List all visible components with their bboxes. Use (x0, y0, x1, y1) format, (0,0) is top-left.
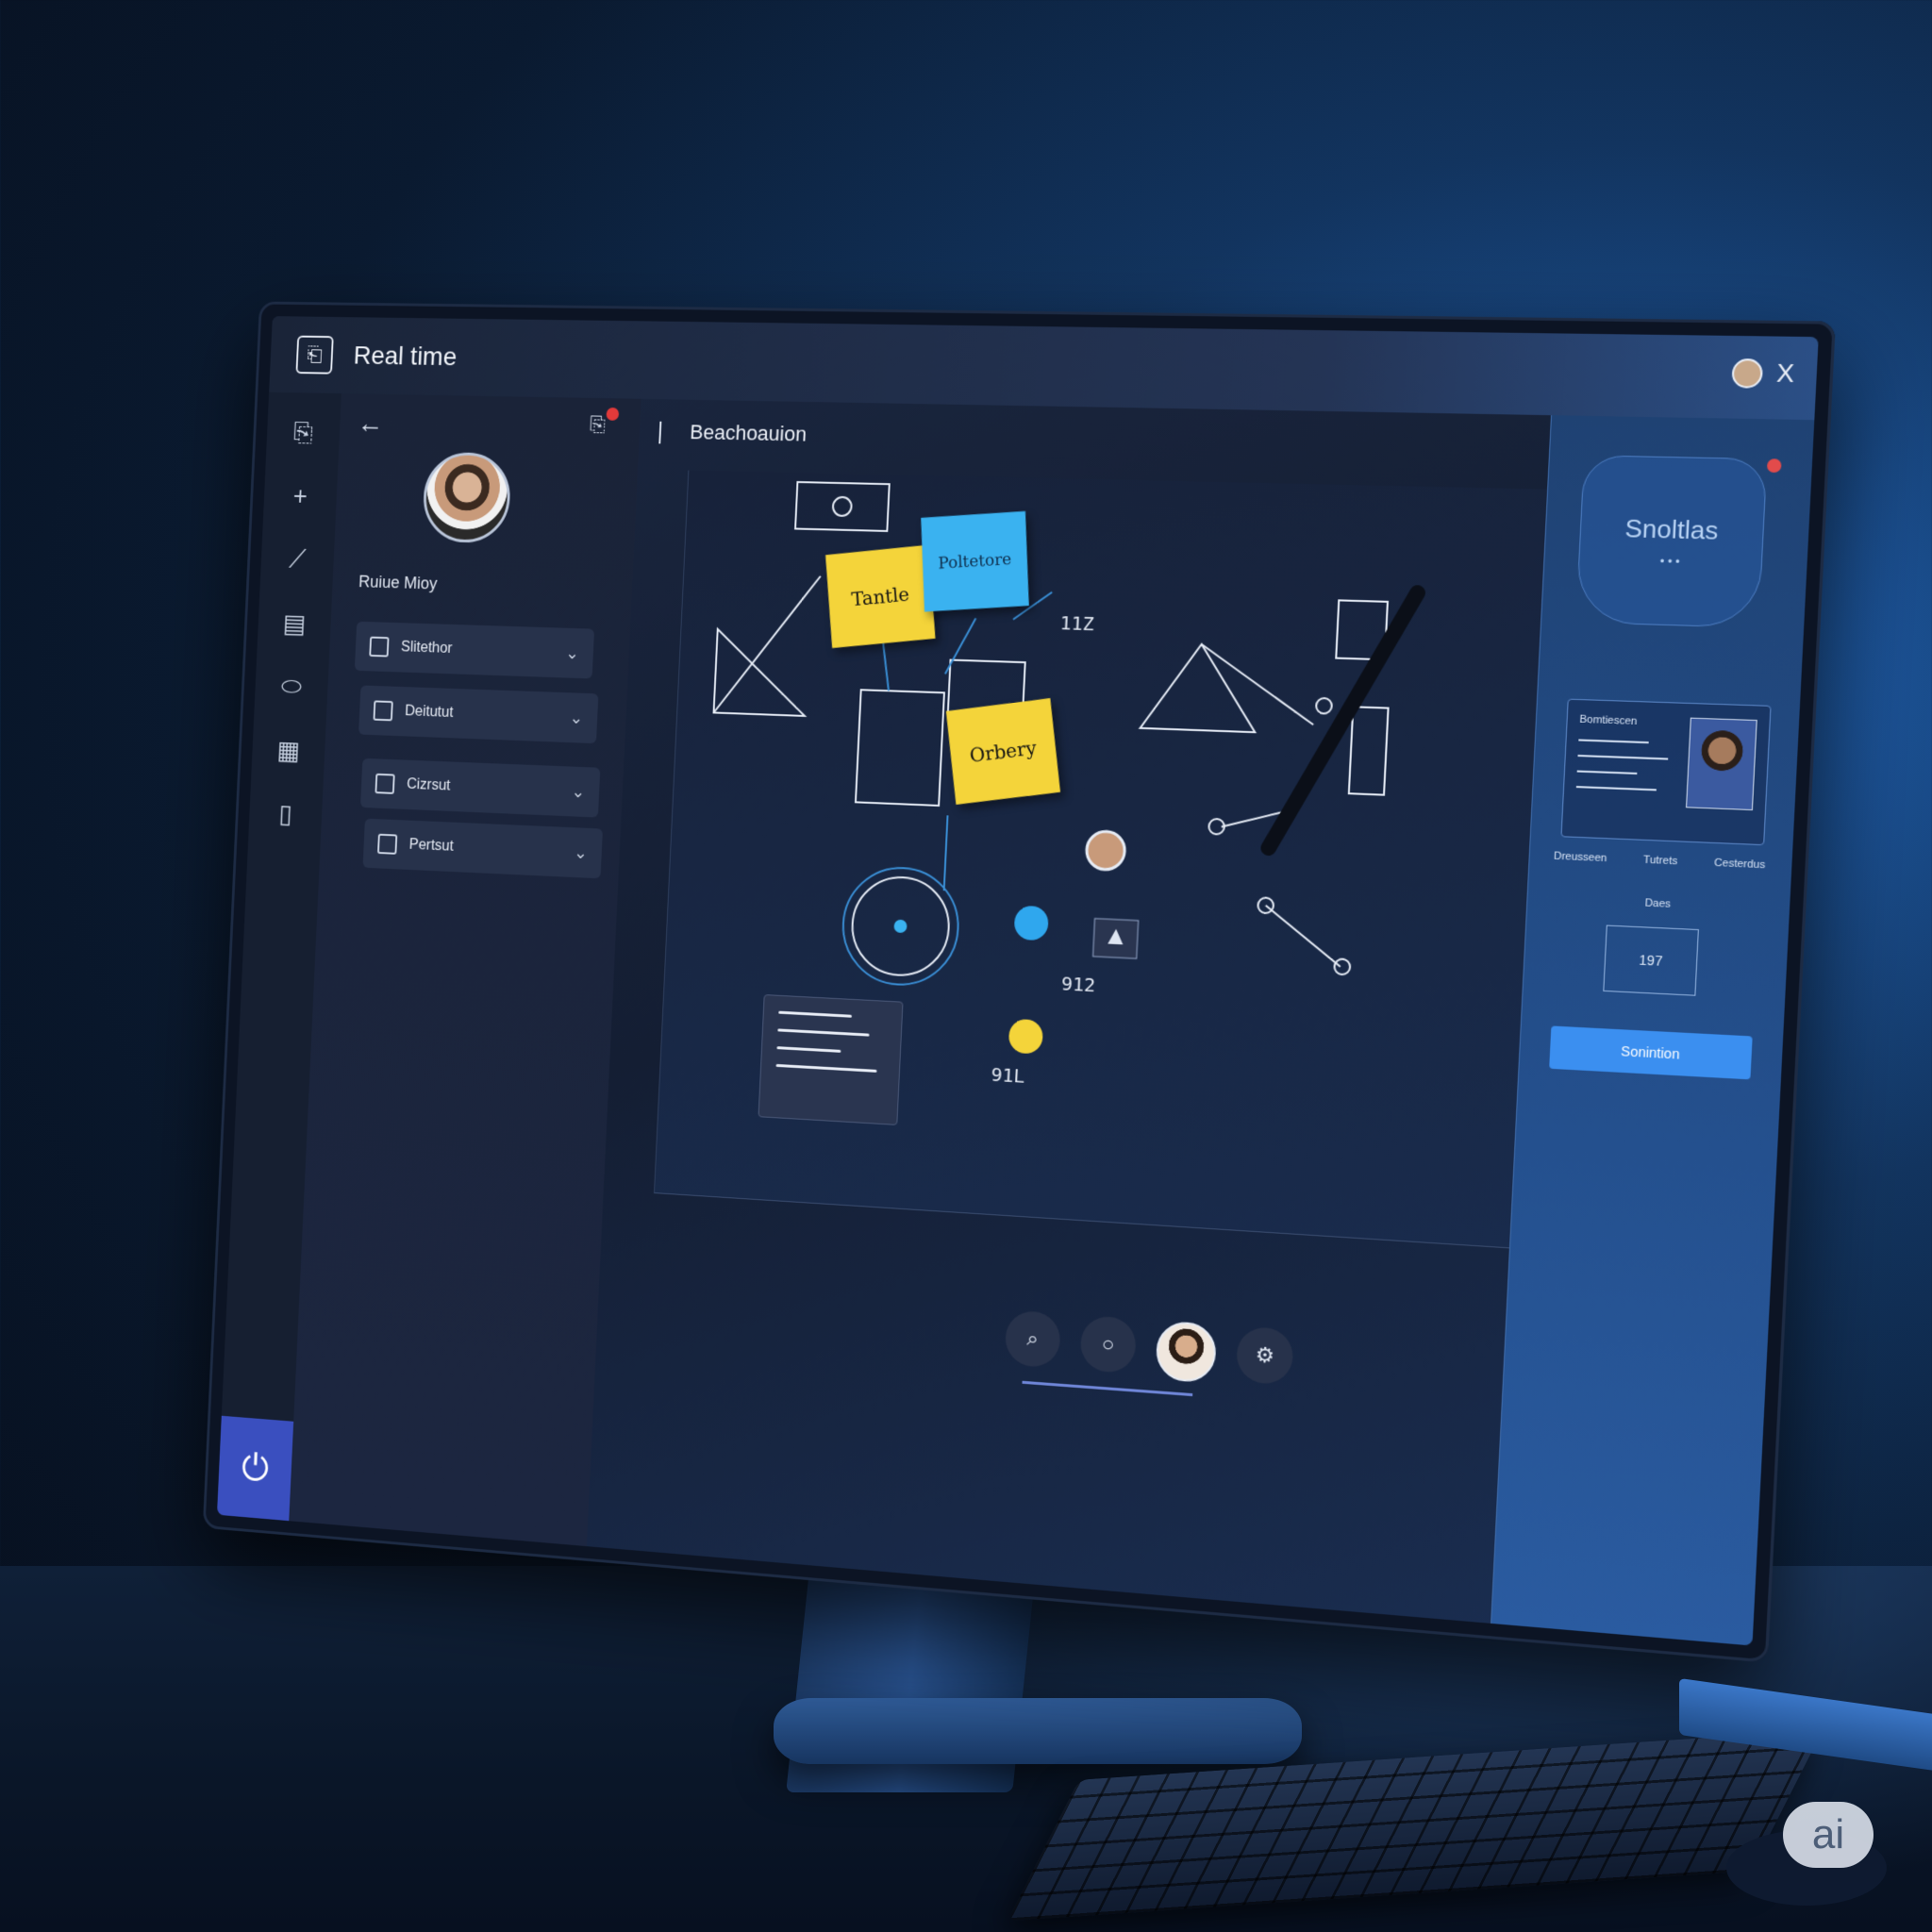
target-center-dot (893, 919, 908, 934)
link-2 (945, 618, 975, 675)
chevron-down-icon: ⌄ (565, 642, 580, 662)
meta-small-label: Daes (1644, 897, 1672, 910)
shape-circle-small (833, 497, 852, 516)
alert-dot (1766, 458, 1782, 474)
search-icon[interactable]: ⌕ (1004, 1309, 1062, 1369)
profile-card-line (1576, 770, 1638, 774)
note-line (777, 1028, 870, 1037)
dock-user-avatar[interactable] (1155, 1320, 1218, 1384)
dropdown-label: Slitethor (400, 639, 453, 657)
shape-list-block (1349, 707, 1389, 794)
dropdown-icon (376, 833, 398, 855)
layout-icon[interactable]: ▦ (269, 729, 308, 771)
meta-left: Dreusseen (1553, 850, 1607, 865)
profile-card[interactable]: Bomtiescen (1560, 698, 1772, 846)
shape-node-4 (1334, 958, 1350, 974)
link-5 (944, 815, 948, 891)
diagram-label-1: 11Z (1059, 611, 1095, 636)
summary-card-title: Snoltlas (1624, 512, 1720, 545)
dropdown-label: Deitutut (404, 703, 454, 721)
shape-triangle-left (714, 629, 809, 716)
dropdown-1[interactable]: Slitethor ⌄ (354, 621, 595, 679)
text-cursor (658, 421, 662, 444)
profile-avatar[interactable] (421, 451, 512, 544)
bottom-dock: ⌕ ○ ⚙ (1004, 1309, 1294, 1389)
diagram-shapes (655, 471, 1561, 1055)
app-window: ⎗ Real time X ⎘ + ⟋ ▤ ⬭ ▦ ▯ ⏻ ← ⎘ Ruiue … (216, 316, 1819, 1646)
notification-icon[interactable]: ⎘ (590, 407, 620, 438)
summary-card-subtitle: • • • (1659, 554, 1680, 569)
ai-badge: ai (1783, 1802, 1874, 1868)
dropdown-icon (375, 773, 395, 794)
power-button[interactable]: ⏻ (216, 1415, 294, 1522)
shape-line (714, 574, 821, 717)
dropdown-icon (369, 636, 390, 658)
blue-dot (1013, 905, 1050, 941)
note-line (778, 1010, 852, 1018)
connector-icon[interactable]: ⟋ (277, 540, 317, 580)
diagram-label-3: 91L (991, 1062, 1026, 1088)
close-button[interactable]: X (1775, 358, 1794, 390)
chevron-down-icon: ⌄ (573, 842, 589, 862)
left-panel: ← ⎘ Ruiue Mioy Slitethor ⌄ Deitutut ⌄ Ci… (289, 393, 641, 1547)
shape-node (1316, 698, 1332, 714)
meta-mid: Tutrets (1642, 854, 1678, 868)
profile-card-line (1577, 754, 1669, 760)
collaborator-cursor-avatar (1086, 831, 1125, 871)
yellow-dot (1008, 1018, 1044, 1055)
notification-badge (606, 407, 620, 421)
chevron-down-icon: ⌄ (571, 781, 586, 801)
dropdown-icon (373, 700, 393, 722)
value-box[interactable]: 197 (1603, 924, 1699, 996)
collaborator-avatar[interactable] (1730, 358, 1763, 389)
profile-card-line (1578, 739, 1649, 744)
chat-icon[interactable]: ○ (1079, 1314, 1138, 1374)
primary-action-button[interactable]: Sonintion (1549, 1025, 1753, 1080)
sticky-note-yellow-2[interactable]: Orbery (945, 698, 1061, 805)
app-title: Real time (353, 341, 458, 372)
title-bar-actions: X (1730, 358, 1795, 390)
shape-callout (795, 482, 890, 531)
chevron-down-icon: ⌄ (569, 708, 584, 727)
diagram-label-2: 912 (1060, 972, 1096, 997)
shape-triangle-right (1141, 642, 1259, 732)
profile-meta-row: Dreusseen Tutrets Cesterdus (1554, 850, 1766, 871)
meta-right: Cesterdus (1713, 857, 1766, 872)
summary-card[interactable]: Snoltlas • • • (1575, 455, 1768, 628)
dropdown-label: Cizrsut (406, 776, 451, 794)
panel-icon[interactable]: ▯ (266, 792, 306, 834)
plus-icon[interactable]: + (280, 475, 320, 516)
sticky-note-blue[interactable]: Poltetore (921, 510, 1029, 612)
whiteboard-canvas[interactable]: Tantle Poltetore Orbery 11Z 912 91L (653, 470, 1561, 1250)
shape-connector-2 (1263, 906, 1343, 967)
back-arrow-icon[interactable]: ← (357, 408, 384, 440)
text-note-card[interactable] (758, 993, 904, 1125)
profile-card-line (1575, 786, 1657, 791)
monitor-base (774, 1698, 1302, 1764)
document-icon[interactable]: ⎘ (283, 412, 323, 453)
dock-active-indicator (1022, 1380, 1193, 1397)
dropdown-2[interactable]: Deitutut ⌄ (358, 685, 599, 744)
sticky-note-yellow-1[interactable]: Tantle (825, 544, 936, 648)
shape-line-right (1198, 644, 1317, 724)
dropdown-label: Pertsut (408, 837, 455, 855)
monitor: ⎗ Real time X ⎘ + ⟋ ▤ ⬭ ▦ ▯ ⏻ ← ⎘ Ruiue … (202, 301, 1837, 1663)
profile-card-title: Bomtiescen (1579, 713, 1638, 728)
stylus-pen (1269, 589, 1418, 854)
dropdown-3[interactable]: Cizrsut ⌄ (359, 758, 601, 818)
settings-icon[interactable]: ⚙ (1235, 1325, 1294, 1386)
shape-rectangle (856, 690, 944, 806)
board-title[interactable]: Beachoauion (690, 420, 808, 446)
app-logo-icon: ⎗ (295, 335, 334, 375)
dropdown-4[interactable]: Pertsut ⌄ (362, 818, 603, 879)
note-line (776, 1046, 841, 1053)
profile-photo (1686, 717, 1757, 811)
frame-icon[interactable]: ▤ (275, 603, 314, 644)
profile-name: Ruiue Mioy (358, 572, 438, 593)
eraser-icon[interactable]: ⬭ (272, 666, 311, 708)
note-line (775, 1063, 877, 1073)
